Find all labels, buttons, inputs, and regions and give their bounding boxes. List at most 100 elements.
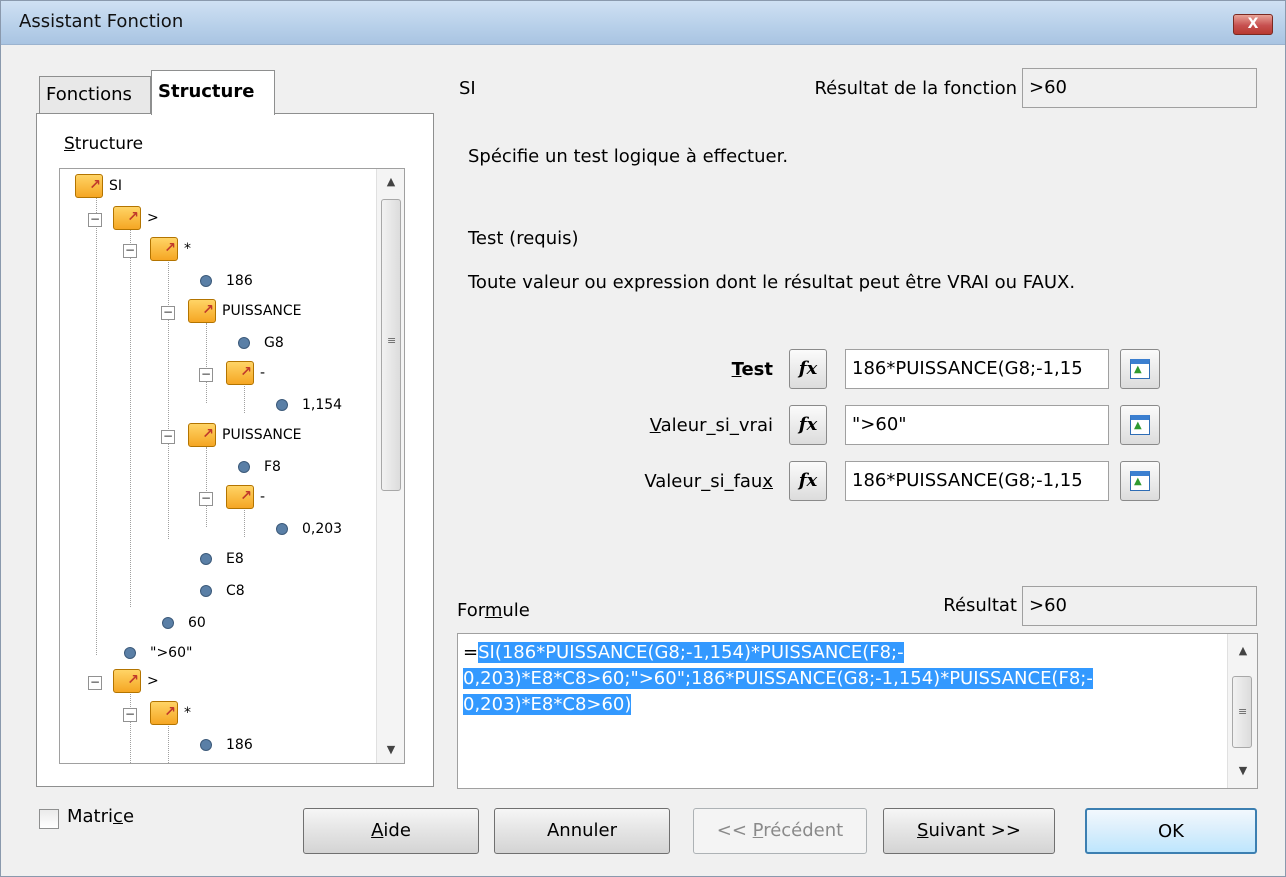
collapse-icon[interactable]: − <box>123 708 137 722</box>
shrink-dialog-button[interactable] <box>1120 405 1160 445</box>
tree-node-label: 1,154 <box>302 397 343 413</box>
valeur-si-faux-mnemonic: x <box>762 471 773 492</box>
formula-line-3: 0,203)*E8*C8>60) <box>463 694 632 715</box>
fx-icon[interactable]: fx <box>789 461 827 501</box>
next-button[interactable]: Suivant >> <box>883 808 1055 854</box>
scroll-down-icon[interactable]: ▼ <box>377 737 404 763</box>
tree-node-c8[interactable]: C8 <box>200 579 245 603</box>
collapse-icon[interactable]: − <box>161 430 175 444</box>
tree-node-multiply[interactable]: * <box>150 700 191 725</box>
valeur-si-vrai-rest: aleur_si_vrai <box>660 415 773 436</box>
tree-line <box>244 383 245 413</box>
tree-node-e8[interactable]: E8 <box>200 547 244 571</box>
tree-node-multiply[interactable]: * <box>150 236 191 261</box>
help-button[interactable]: Aide <box>303 808 479 854</box>
collapse-icon[interactable]: − <box>123 244 137 258</box>
tree-node-label: G8 <box>264 335 284 351</box>
tree-node-si[interactable]: SI <box>75 173 122 198</box>
leaf-icon <box>200 553 212 565</box>
tree-node-label: - <box>260 365 266 381</box>
test-label: Test <box>561 359 773 380</box>
folder-icon <box>150 700 178 725</box>
structure-panel: Structure SI − > − * 186 − PUISSANCE G8 … <box>36 113 434 787</box>
shrink-dialog-button[interactable] <box>1120 349 1160 389</box>
formula-text[interactable]: =SI(186*PUISSANCE(G8;-1,154)*PUISSANCE(F… <box>463 640 1223 718</box>
tree-line <box>168 259 169 539</box>
tree-node-f8[interactable]: F8 <box>238 455 281 479</box>
tab-fonctions[interactable]: Fonctions <box>39 76 151 114</box>
ok-button[interactable]: OK <box>1085 808 1257 854</box>
tree-node-0203[interactable]: 0,203 <box>276 517 342 541</box>
tree-node-puissance[interactable]: PUISSANCE <box>188 422 302 447</box>
valeur-si-vrai-label: Valeur_si_vrai <box>561 415 773 436</box>
tree-node-label: F8 <box>264 459 281 475</box>
cancel-button[interactable]: Annuler <box>494 808 670 854</box>
collapse-icon[interactable]: − <box>199 368 213 382</box>
tree-line <box>130 227 131 607</box>
tree-node-label: 186 <box>226 273 253 289</box>
scroll-down-icon[interactable]: ▼ <box>1228 758 1258 784</box>
tree-line <box>130 689 131 763</box>
tree-node-1154[interactable]: 1,154 <box>276 393 342 417</box>
collapse-icon[interactable]: − <box>199 492 213 506</box>
tree-node-minus[interactable]: - <box>226 360 266 385</box>
valeur-si-vrai-input[interactable]: ">60" <box>845 405 1109 445</box>
tab-structure[interactable]: Structure <box>151 70 275 115</box>
function-name: SI <box>459 78 476 99</box>
collapse-icon[interactable]: − <box>88 213 102 227</box>
tree-line <box>206 323 207 403</box>
tree-node-gt[interactable]: > <box>113 668 159 693</box>
tree-node-g8[interactable]: G8 <box>238 331 284 355</box>
folder-icon <box>188 298 216 323</box>
formula-line-1: SI(186*PUISSANCE(G8;-1,154)*PUISSANCE(F8… <box>478 642 904 663</box>
tree-node-60[interactable]: 60 <box>162 611 206 635</box>
structure-label-mnemonic: S <box>64 134 75 154</box>
title-bar: Assistant Fonction X <box>1 1 1285 45</box>
tree-node-label: - <box>260 489 266 505</box>
tree-node-minus[interactable]: - <box>226 484 266 509</box>
tree-node-label: * <box>184 241 191 257</box>
tree-node-label: E8 <box>226 551 244 567</box>
test-input[interactable]: 186*PUISSANCE(G8;-1,15 <box>845 349 1109 389</box>
folder-icon <box>113 205 141 230</box>
tree-node-186[interactable]: 186 <box>200 269 253 293</box>
tree-node-186[interactable]: 186 <box>200 733 253 757</box>
fx-icon[interactable]: fx <box>789 349 827 389</box>
tree-node-gt60-string[interactable]: ">60" <box>124 641 192 665</box>
structure-label: Structure <box>64 134 143 154</box>
tree-line <box>244 507 245 537</box>
window-title: Assistant Fonction <box>19 11 184 32</box>
matrix-label: Matrice <box>67 806 134 827</box>
leaf-icon <box>200 739 212 751</box>
tree-node-puissance[interactable]: PUISSANCE <box>188 298 302 323</box>
leaf-icon <box>238 461 250 473</box>
folder-icon <box>188 422 216 447</box>
previous-button-rest: récédent <box>763 820 844 841</box>
test-label-rest: est <box>741 359 773 380</box>
tree-node-label: 60 <box>188 615 206 631</box>
tree-node-label: > <box>147 673 159 689</box>
formula-editor[interactable]: =SI(186*PUISSANCE(G8;-1,154)*PUISSANCE(F… <box>457 633 1258 789</box>
tree-scrollbar[interactable]: ▲ ≡ ▼ <box>376 169 404 763</box>
fx-icon[interactable]: fx <box>789 405 827 445</box>
scroll-thumb[interactable]: ≡ <box>381 199 401 491</box>
valeur-si-faux-input[interactable]: 186*PUISSANCE(G8;-1,15 <box>845 461 1109 501</box>
scroll-up-icon[interactable]: ▲ <box>1228 638 1258 664</box>
formula-scrollbar[interactable]: ▲ ≡ ▼ <box>1227 634 1257 788</box>
close-button[interactable]: X <box>1233 14 1273 35</box>
scroll-thumb[interactable]: ≡ <box>1232 676 1252 748</box>
folder-icon <box>113 668 141 693</box>
tree-node-gt[interactable]: > <box>113 205 159 230</box>
collapse-icon[interactable]: − <box>88 676 102 690</box>
matrix-checkbox[interactable] <box>39 809 59 829</box>
previous-button[interactable]: << Précédent <box>693 808 867 854</box>
tree-node-label: 0,203 <box>302 521 343 537</box>
function-description: Spécifie un test logique à effectuer. <box>468 146 789 167</box>
scroll-up-icon[interactable]: ▲ <box>377 169 404 195</box>
leaf-icon <box>238 337 250 349</box>
grip-icon: ≡ <box>1238 705 1248 718</box>
shrink-dialog-button[interactable] <box>1120 461 1160 501</box>
structure-tree[interactable]: SI − > − * 186 − PUISSANCE G8 − - 1,154 … <box>59 168 405 764</box>
leaf-icon <box>200 275 212 287</box>
collapse-icon[interactable]: − <box>161 306 175 320</box>
